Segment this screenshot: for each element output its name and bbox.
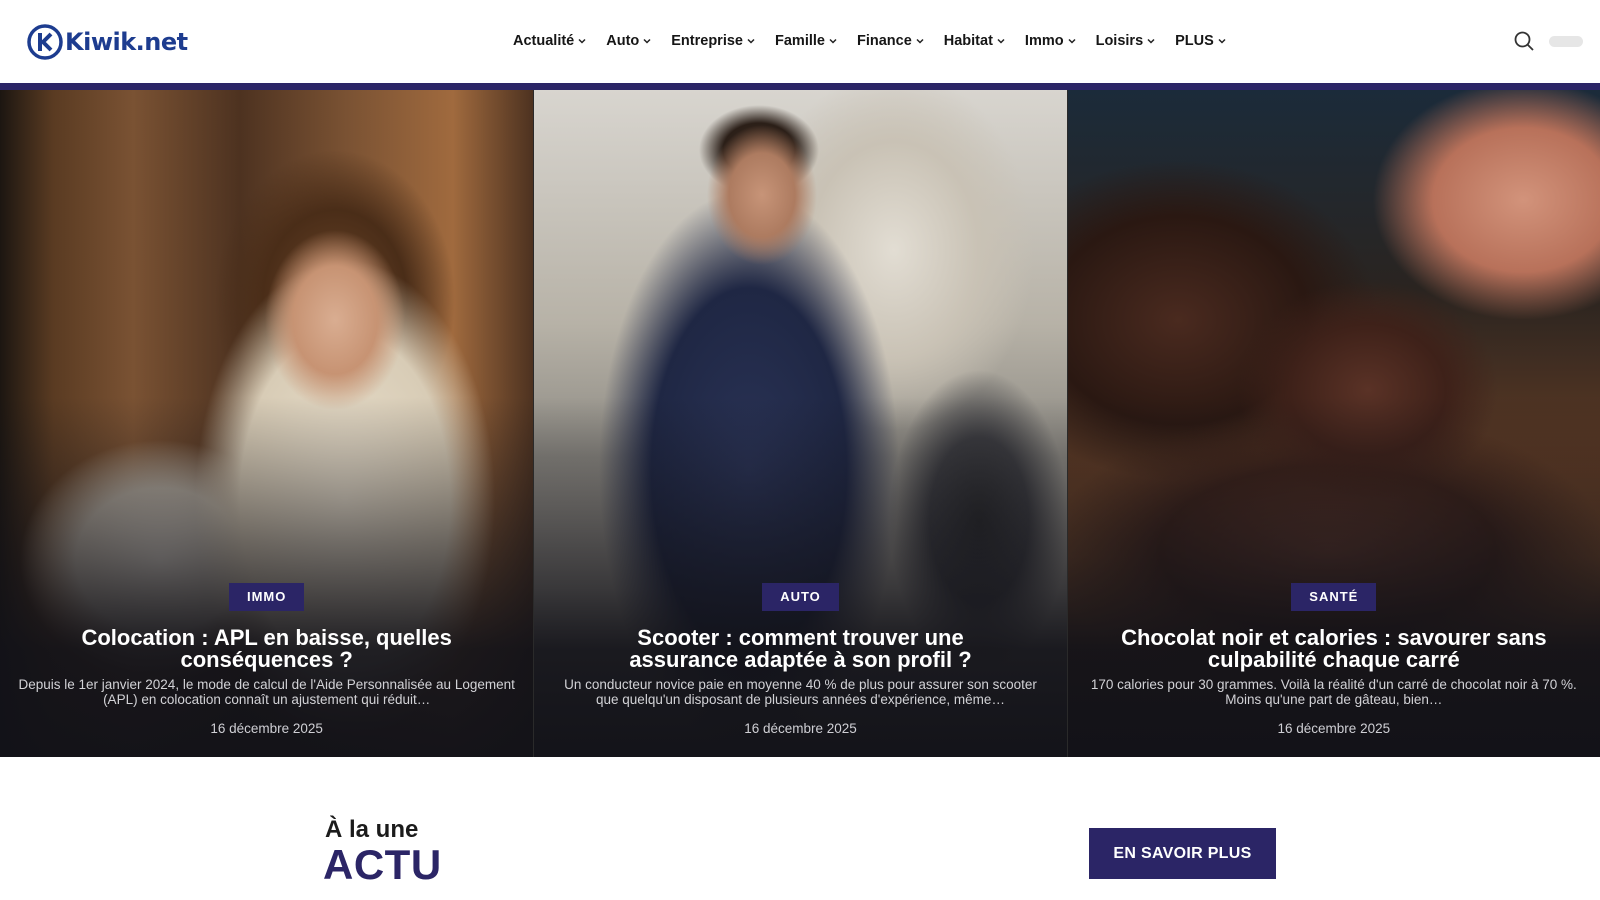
actu-section: À la une ACTU EN SAVOIR PLUS	[0, 757, 1600, 900]
nav-item-entreprise[interactable]: Entreprise	[671, 33, 755, 49]
nav-item-plus[interactable]: PLUS	[1175, 33, 1226, 49]
chevron-down-icon	[997, 38, 1005, 44]
nav-item-actualite[interactable]: Actualité	[513, 33, 586, 49]
nav-item-famille[interactable]: Famille	[775, 33, 837, 49]
featured-posts: IMMO Colocation : APL en baisse, quelles…	[0, 90, 1600, 757]
featured-card-chocolat[interactable]: SANTÉ Chocolat noir et calories : savour…	[1066, 90, 1600, 757]
chevron-down-icon	[916, 38, 924, 44]
chevron-down-icon	[643, 38, 651, 44]
chevron-down-icon	[747, 38, 755, 44]
chevron-down-icon	[1147, 38, 1155, 44]
main-nav: Actualité Auto Entreprise Famille Financ…	[513, 30, 1226, 52]
search-icon[interactable]	[1513, 30, 1535, 52]
featured-card-colocation[interactable]: IMMO Colocation : APL en baisse, quelles…	[0, 90, 534, 757]
nav-item-immo[interactable]: Immo	[1025, 33, 1076, 49]
nav-item-finance[interactable]: Finance	[857, 33, 924, 49]
kiwik-logo-icon	[27, 24, 63, 60]
chevron-down-icon	[1218, 38, 1226, 44]
card-date: 16 décembre 2025	[1277, 721, 1391, 736]
card-title[interactable]: Scooter : comment trouver une assurance …	[552, 627, 1048, 671]
card-excerpt: Depuis le 1er janvier 2024, le mode de c…	[18, 677, 515, 707]
nav-item-habitat[interactable]: Habitat	[944, 33, 1005, 49]
card-excerpt: 170 calories pour 30 grammes. Voilà la r…	[1090, 677, 1577, 707]
header-accent-bar	[0, 83, 1600, 90]
nav-item-loisirs[interactable]: Loisirs	[1096, 33, 1156, 49]
site-header: Kiwik.net Actualité Auto Entreprise Fami…	[0, 0, 1600, 83]
section-title: ACTU	[323, 841, 442, 888]
category-badge[interactable]: SANTÉ	[1291, 583, 1377, 611]
category-badge[interactable]: AUTO	[762, 583, 839, 611]
card-content: AUTO Scooter : comment trouver une assur…	[534, 583, 1066, 736]
dark-mode-toggle[interactable]	[1549, 36, 1583, 47]
card-content: SANTÉ Chocolat noir et calories : savour…	[1068, 583, 1600, 736]
card-excerpt: Un conducteur novice paie en moyenne 40 …	[564, 677, 1037, 707]
chevron-down-icon	[829, 38, 837, 44]
site-logo[interactable]: Kiwik.net	[27, 24, 188, 60]
featured-card-scooter[interactable]: AUTO Scooter : comment trouver une assur…	[533, 90, 1067, 757]
card-date: 16 décembre 2025	[744, 721, 857, 736]
card-content: IMMO Colocation : APL en baisse, quelles…	[0, 583, 533, 736]
site-name: Kiwik.net	[65, 28, 188, 56]
card-title[interactable]: Colocation : APL en baisse, quelles cons…	[18, 627, 515, 671]
section-kicker: À la une	[325, 816, 419, 843]
card-title[interactable]: Chocolat noir et calories : savourer san…	[1086, 627, 1582, 671]
chevron-down-icon	[578, 38, 586, 44]
category-badge[interactable]: IMMO	[228, 583, 305, 611]
nav-item-auto[interactable]: Auto	[606, 33, 651, 49]
chevron-down-icon	[1068, 38, 1076, 44]
learn-more-button[interactable]: EN SAVOIR PLUS	[1089, 828, 1276, 879]
card-date: 16 décembre 2025	[210, 721, 323, 736]
